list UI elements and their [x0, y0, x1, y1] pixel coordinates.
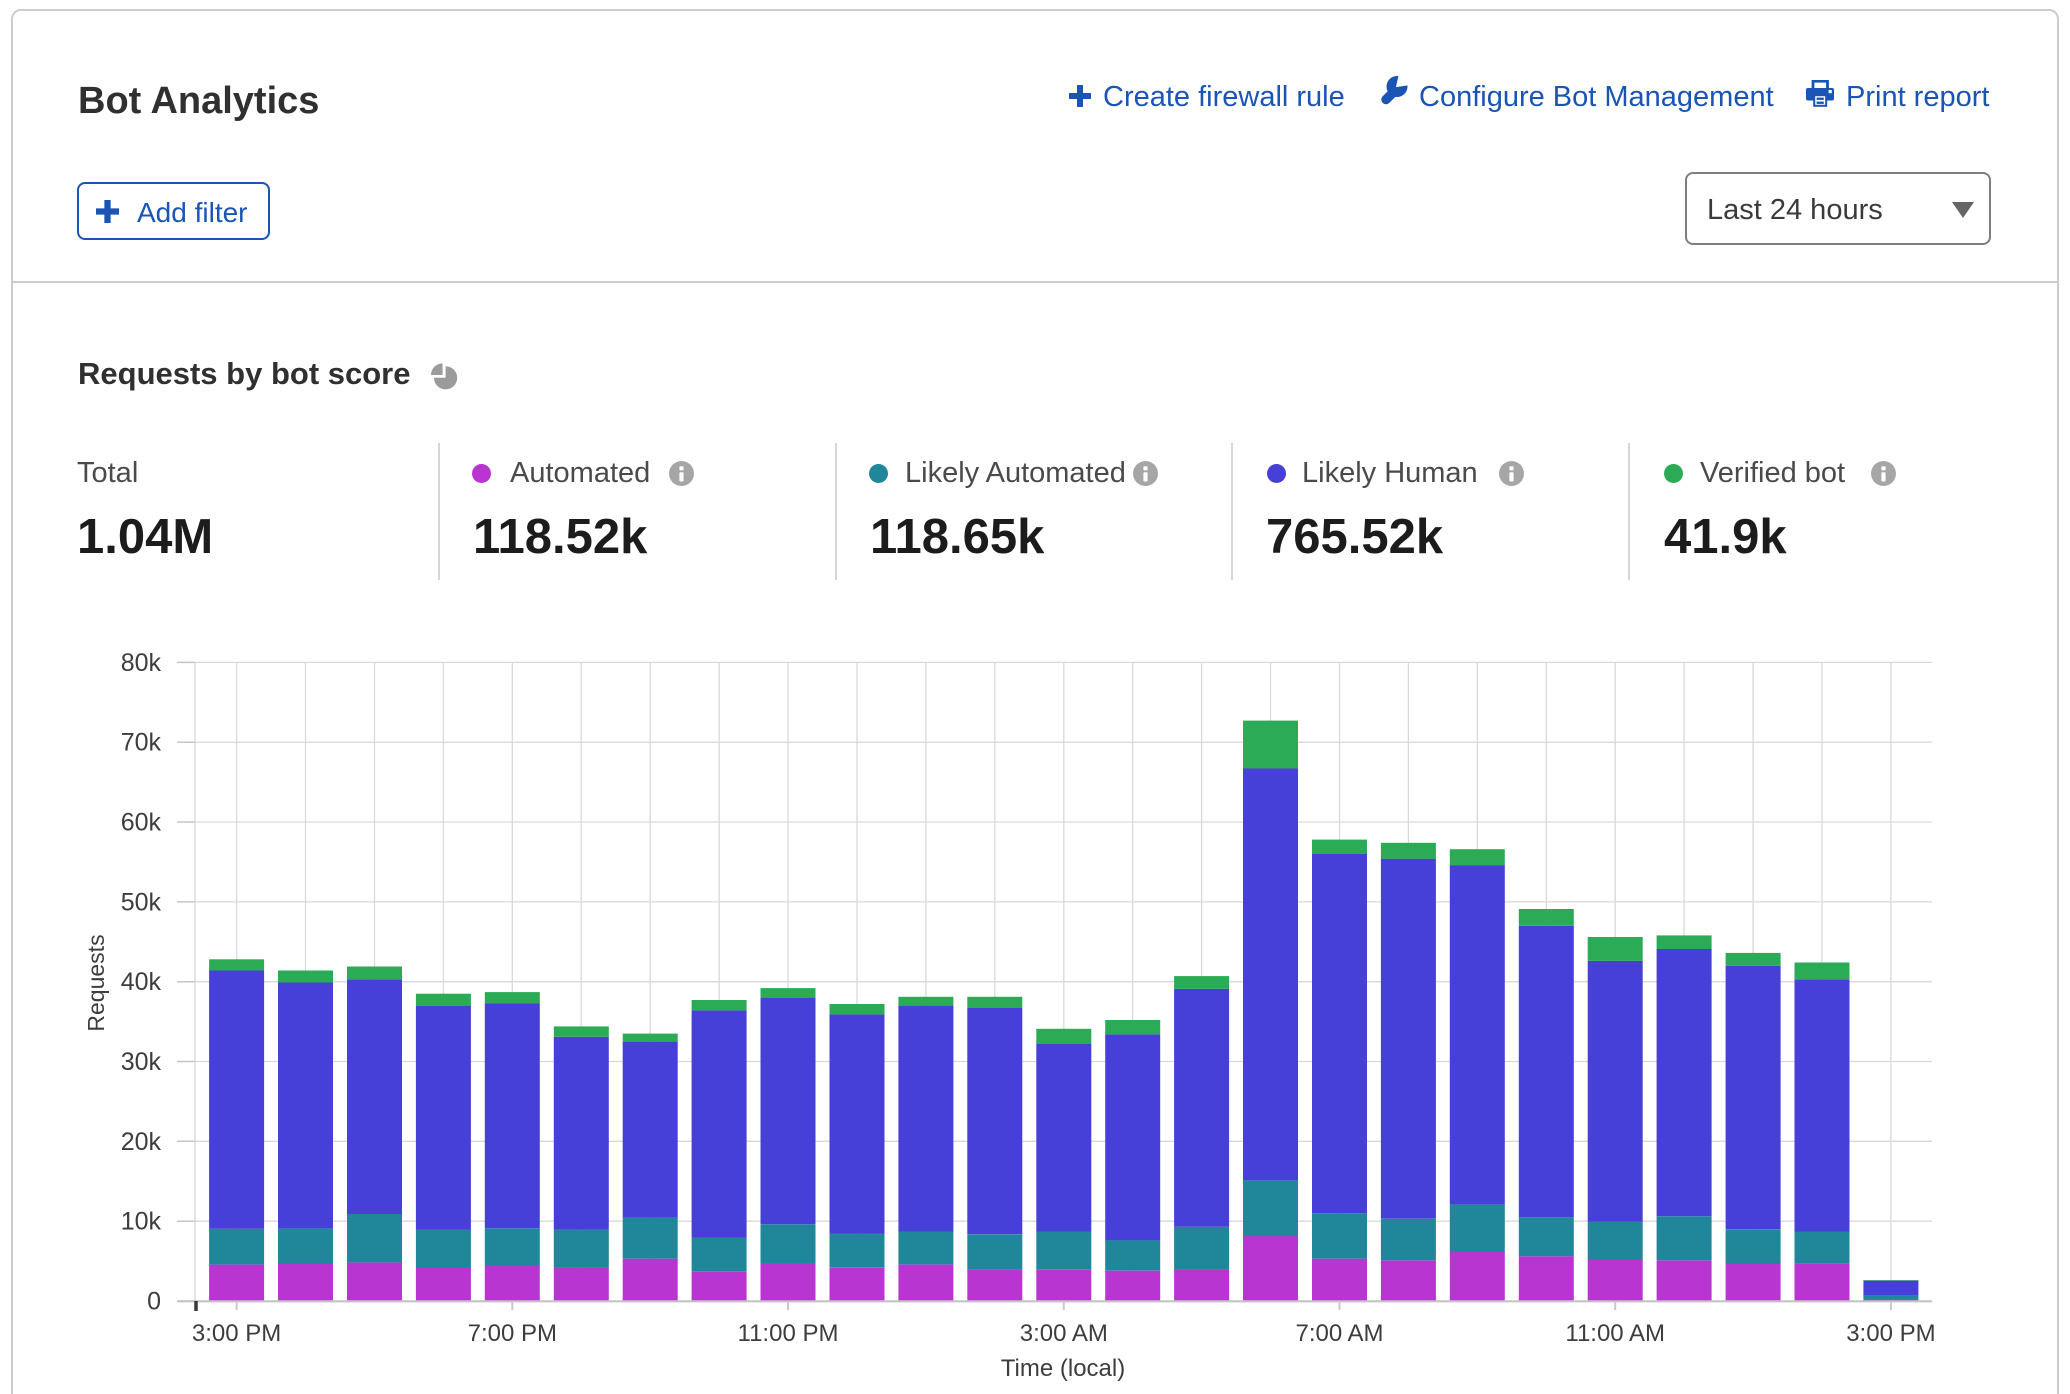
svg-text:20k: 20k	[121, 1128, 162, 1156]
svg-text:3:00 PM: 3:00 PM	[1846, 1320, 1935, 1347]
svg-text:7:00 AM: 7:00 AM	[1295, 1320, 1383, 1347]
svg-text:60k: 60k	[121, 809, 162, 837]
svg-text:Requests: Requests	[83, 934, 109, 1031]
svg-text:70k: 70k	[121, 729, 162, 757]
svg-text:3:00 AM: 3:00 AM	[1020, 1320, 1108, 1347]
svg-text:3:00 PM: 3:00 PM	[192, 1320, 281, 1347]
svg-text:0: 0	[147, 1288, 161, 1316]
svg-text:80k: 80k	[121, 649, 162, 677]
svg-text:30k: 30k	[121, 1048, 162, 1076]
svg-text:7:00 PM: 7:00 PM	[468, 1320, 557, 1347]
svg-text:10k: 10k	[121, 1208, 162, 1236]
svg-text:40k: 40k	[121, 968, 162, 996]
svg-text:50k: 50k	[121, 888, 162, 916]
svg-text:11:00 PM: 11:00 PM	[738, 1320, 839, 1347]
svg-text:11:00 AM: 11:00 AM	[1565, 1320, 1665, 1347]
svg-text:Time (local): Time (local)	[1001, 1355, 1125, 1382]
